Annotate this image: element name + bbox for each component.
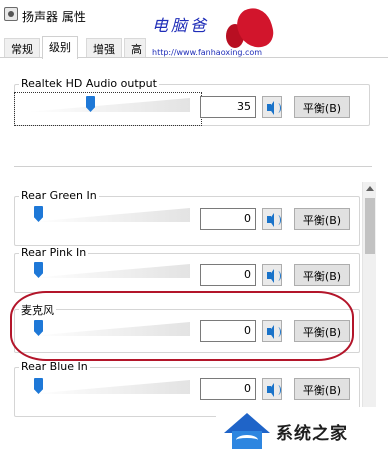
rear-blue-mute-button[interactable] (262, 378, 282, 400)
window-title: 扬声器 属性 (22, 10, 86, 24)
scroll-up-icon[interactable] (363, 182, 377, 196)
master-volume-value[interactable]: 35 (200, 96, 256, 118)
tab-advanced[interactable]: 高 (124, 38, 146, 58)
channel-label: Rear Blue In (19, 360, 90, 373)
speaker-icon (275, 271, 281, 281)
house-logo-icon (224, 413, 270, 449)
divider (14, 166, 372, 167)
rear-green-thumb[interactable] (34, 206, 43, 222)
rear-blue-thumb[interactable] (34, 378, 43, 394)
master-balance-button[interactable]: 平衡(B) (294, 96, 350, 118)
speaker-properties-icon (4, 7, 18, 21)
tab-enhancements[interactable]: 增强 (86, 38, 122, 58)
rear-pink-slider[interactable] (30, 262, 190, 278)
master-mute-button[interactable] (262, 96, 282, 118)
channel-label: Rear Green In (19, 189, 99, 202)
rear-green-slider[interactable] (30, 206, 190, 222)
tab-general[interactable]: 常规 (4, 38, 40, 58)
speaker-icon (275, 385, 281, 395)
master-volume-slider[interactable] (26, 96, 190, 112)
logo-text: 系统之家 (276, 424, 348, 444)
master-output-label: Realtek HD Audio output (19, 77, 159, 90)
rear-green-mute-button[interactable] (262, 208, 282, 230)
tab-strip: 常规 级别 增强 高 (0, 36, 388, 59)
annotation-highlight-ring (10, 291, 354, 361)
rear-pink-mute-button[interactable] (262, 264, 282, 286)
channel-label: Rear Pink In (19, 246, 89, 259)
watermark-text: 电脑爸 (152, 16, 210, 35)
scroll-thumb[interactable] (365, 198, 375, 254)
rear-green-value[interactable]: 0 (200, 208, 256, 230)
rear-green-balance-button[interactable]: 平衡(B) (294, 208, 350, 230)
rear-blue-balance-button[interactable]: 平衡(B) (294, 378, 350, 400)
rear-pink-value[interactable]: 0 (200, 264, 256, 286)
rear-blue-value[interactable]: 0 (200, 378, 256, 400)
rear-pink-thumb[interactable] (34, 262, 43, 278)
rear-pink-balance-button[interactable]: 平衡(B) (294, 264, 350, 286)
rear-blue-slider[interactable] (30, 378, 190, 394)
speaker-icon (275, 103, 281, 113)
site-logo: 系统之家 (216, 407, 388, 457)
tab-levels[interactable]: 级别 (42, 36, 78, 59)
speaker-icon (275, 215, 281, 225)
